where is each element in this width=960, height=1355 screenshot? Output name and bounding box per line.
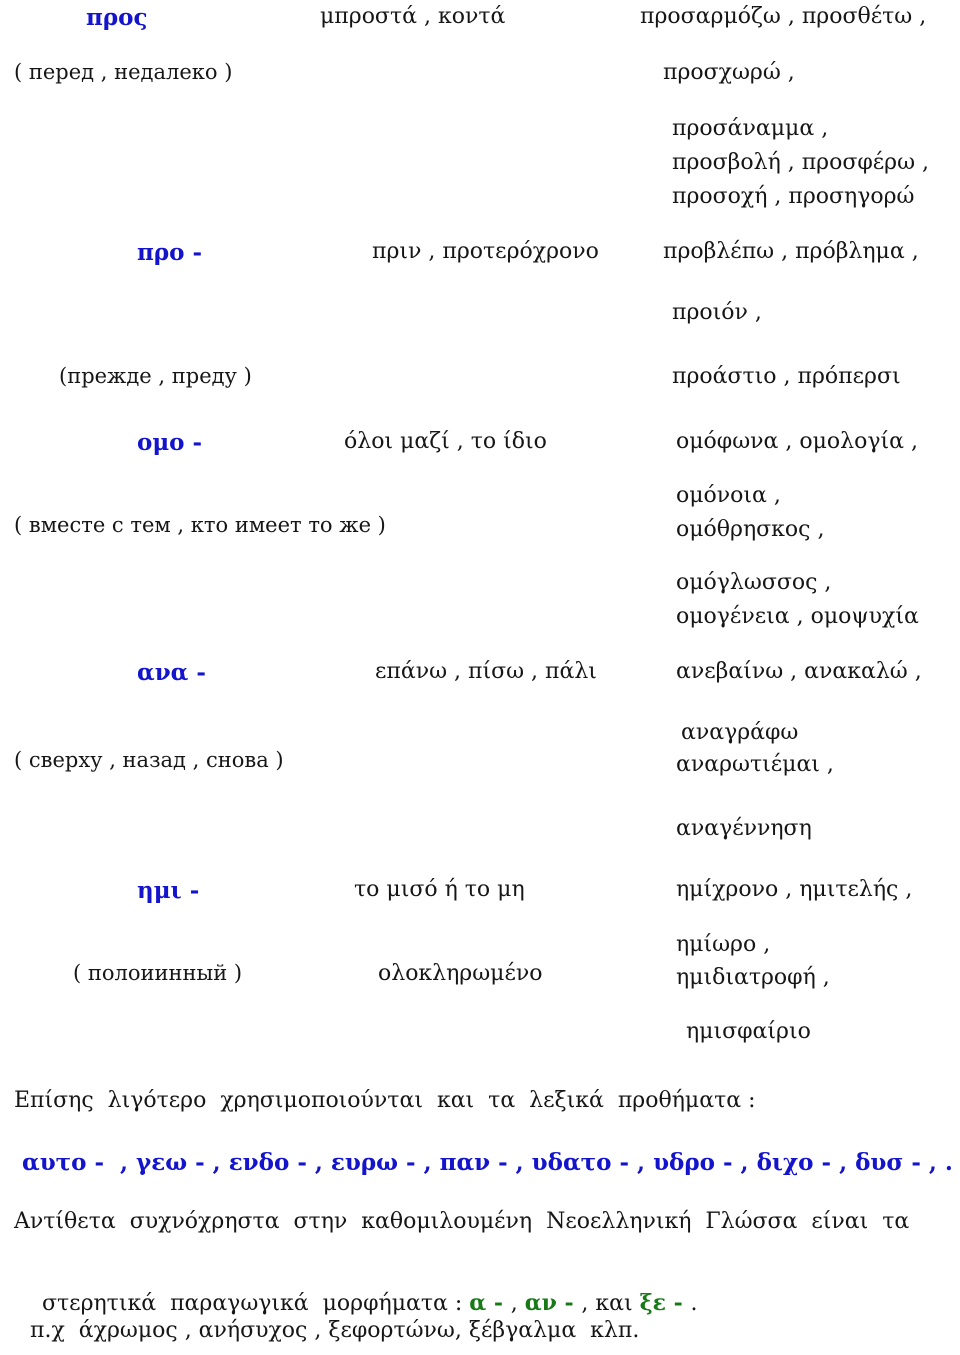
morpheme-sep-1: ,	[510, 1291, 518, 1316]
example-ana-4: αναγέννηση	[676, 816, 812, 841]
morpheme-conjunction: και	[595, 1291, 633, 1316]
gloss-imi: το μισό ή το μη	[354, 877, 525, 902]
russian-gloss-pros: ( перед , недалеко )	[14, 60, 233, 84]
gloss-pros: μπροστά , κοντά	[320, 4, 506, 29]
example-pros-1: προσαρμόζω , προσθέτω ,	[640, 4, 927, 29]
example-omo-2: ομόνοια ,	[676, 483, 781, 508]
example-pros-2: προσχωρώ ,	[663, 60, 795, 85]
example-ana-1: ανεβαίνω , ανακαλώ ,	[676, 659, 922, 684]
footer-line-contrast: Αντίθετα συχνόχρηστα στην καθομιλουμένη …	[14, 1209, 910, 1234]
prefix-term-imi: ημι -	[137, 877, 200, 904]
morpheme-kse: ξε -	[639, 1290, 691, 1316]
footer-line-examples: π.χ άχρωμος , ανήσυχος , ξεφορτώνω, ξέβγ…	[30, 1318, 640, 1343]
example-pros-5: προσοχή , προσηγορώ	[672, 184, 915, 209]
example-ana-3: αναρωτιέμαι ,	[676, 752, 834, 777]
example-omo-1: ομόφωνα , ομολογία ,	[676, 429, 918, 454]
prefix-term-omo: ομο -	[137, 429, 203, 456]
prefix-term-pros: προς	[86, 4, 148, 31]
morpheme-period: .	[690, 1291, 698, 1316]
gloss-omo: όλοι μαζί , το ίδιο	[344, 429, 547, 454]
privative-intro-text: στερητικά παραγωγικά μορφήματα :	[41, 1291, 463, 1316]
example-pros-4: προσβολή , προσφέρω ,	[672, 150, 930, 175]
morpheme-alpha: α -	[469, 1290, 511, 1316]
gloss-ana: επάνω , πίσω , πάλι	[375, 659, 597, 684]
morpheme-an: αν -	[524, 1290, 582, 1316]
example-imi-2: ημίωρο ,	[676, 932, 771, 957]
example-pro-1: προβλέπω , πρόβλημα ,	[663, 239, 919, 264]
document-page: προς μπροστά , κοντά προσαρμόζω , προσθέ…	[0, 0, 960, 1355]
example-omo-3: ομόθρησκος ,	[676, 517, 825, 542]
russian-gloss-pro: (прежде , преду )	[59, 364, 252, 388]
example-omo-4: ομόγλωσσος ,	[676, 570, 832, 595]
prefix-term-pro: προ -	[137, 239, 203, 266]
gloss-imi-second-line: ολοκληρωμένο	[378, 961, 543, 986]
footer-line-lexical-intro: Επίσης λιγότερο χρησιμοποιούνται και τα …	[14, 1088, 756, 1113]
russian-gloss-omo: ( вместе с тем , кто имеет то же )	[14, 513, 386, 537]
example-omo-5: ομογένεια , ομοψυχία	[676, 604, 919, 629]
example-pro-2: προιόν ,	[672, 300, 762, 325]
example-imi-1: ημίχρονο , ημιτελής ,	[676, 877, 913, 902]
example-imi-4: ημισφαίριο	[686, 1019, 811, 1044]
russian-gloss-ana: ( сверху , назад , снова )	[14, 748, 284, 772]
gloss-pro: πριν , προτερόχρονο	[372, 239, 599, 264]
example-imi-3: ημιδιατροφή ,	[676, 965, 830, 990]
example-ana-2: αναγράφω	[681, 720, 799, 745]
example-pro-3: προάστιο , πρόπερσι	[672, 364, 901, 389]
russian-gloss-imi: ( полоиинный )	[73, 961, 243, 985]
lexical-prefix-list: αυτο - , γεω - , ενδο - , ευρω - , παν -…	[22, 1149, 953, 1176]
example-pros-3: προσάναμμα ,	[672, 116, 829, 141]
prefix-term-ana: ανα -	[137, 659, 206, 686]
